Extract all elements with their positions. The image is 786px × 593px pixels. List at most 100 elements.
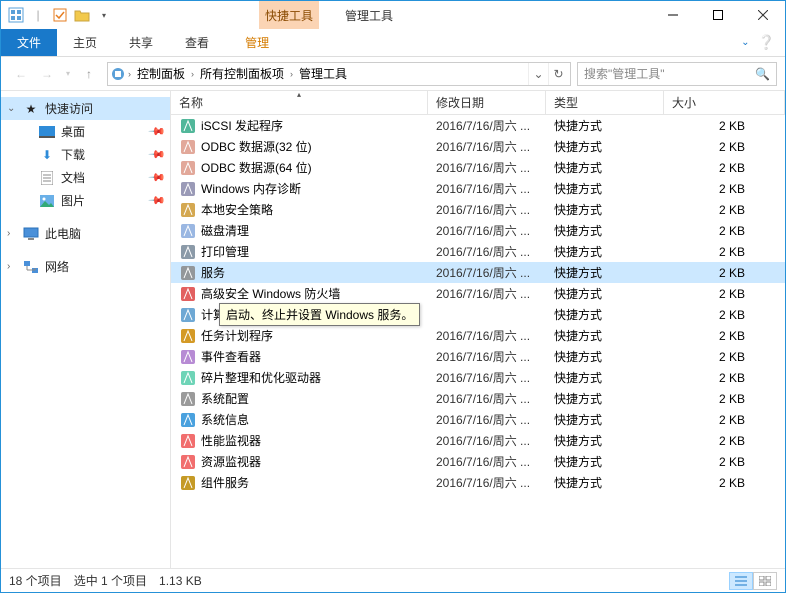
ribbon-collapse-icon[interactable]: ⌄ bbox=[741, 37, 749, 48]
file-row[interactable]: 碎片整理和优化驱动器2016/7/16/周六 ...快捷方式2 KB bbox=[171, 367, 785, 388]
qat-dropdown-icon[interactable]: ▾ bbox=[95, 6, 113, 24]
file-size: 2 KB bbox=[672, 350, 785, 364]
file-name: ODBC 数据源(32 位) bbox=[197, 138, 436, 155]
download-icon: ⬇ bbox=[39, 147, 55, 163]
search-input[interactable]: 搜索"管理工具" 🔍 bbox=[577, 62, 777, 86]
file-date: 2016/7/16/周六 ... bbox=[436, 453, 554, 470]
qat-separator-icon: | bbox=[29, 6, 47, 24]
file-date: 2016/7/16/周六 ... bbox=[436, 348, 554, 365]
nav-label: 网络 bbox=[45, 258, 69, 275]
file-row[interactable]: iSCSI 发起程序2016/7/16/周六 ...快捷方式2 KB bbox=[171, 115, 785, 136]
status-bar: 18 个项目 选中 1 个项目 1.13 KB bbox=[1, 568, 785, 592]
file-size: 2 KB bbox=[672, 245, 785, 259]
maximize-button[interactable] bbox=[695, 1, 740, 29]
file-size: 2 KB bbox=[672, 476, 785, 490]
file-icon bbox=[179, 432, 197, 450]
content-pane: ▴名称 修改日期 类型 大小 iSCSI 发起程序2016/7/16/周六 ..… bbox=[171, 91, 785, 568]
chevron-right-icon[interactable]: › bbox=[126, 69, 133, 79]
forward-button[interactable]: → bbox=[35, 62, 59, 86]
tab-manage[interactable]: 管理 bbox=[229, 29, 285, 56]
file-size: 2 KB bbox=[672, 287, 785, 301]
file-name: 打印管理 bbox=[197, 243, 436, 260]
up-button[interactable]: ↑ bbox=[77, 62, 101, 86]
file-row[interactable]: 系统配置2016/7/16/周六 ...快捷方式2 KB bbox=[171, 388, 785, 409]
tab-home[interactable]: 主页 bbox=[57, 29, 113, 56]
file-date: 2016/7/16/周六 ... bbox=[436, 474, 554, 491]
search-icon[interactable]: 🔍 bbox=[755, 67, 770, 81]
tree-expander-icon[interactable]: › bbox=[7, 261, 10, 272]
file-name: 磁盘清理 bbox=[197, 222, 436, 239]
column-header-name[interactable]: ▴名称 bbox=[171, 91, 428, 114]
pin-icon: 📌 bbox=[148, 122, 167, 141]
file-row[interactable]: ODBC 数据源(64 位)2016/7/16/周六 ...快捷方式2 KB bbox=[171, 157, 785, 178]
tab-view[interactable]: 查看 bbox=[169, 29, 225, 56]
file-name: 系统配置 bbox=[197, 390, 436, 407]
column-header-size[interactable]: 大小 bbox=[664, 91, 785, 114]
file-icon bbox=[179, 264, 197, 282]
nav-pictures[interactable]: 图片 📌 bbox=[1, 189, 170, 212]
file-icon bbox=[179, 411, 197, 429]
nav-network[interactable]: › 网络 bbox=[1, 255, 170, 278]
file-name: 高级安全 Windows 防火墙 bbox=[197, 285, 436, 302]
chevron-right-icon[interactable]: › bbox=[288, 69, 295, 79]
tree-expander-icon[interactable]: ⌄ bbox=[7, 103, 15, 114]
file-name: 碎片整理和优化驱动器 bbox=[197, 369, 436, 386]
file-size: 2 KB bbox=[672, 161, 785, 175]
breadcrumb-item[interactable]: 控制面板 bbox=[133, 63, 189, 85]
back-button[interactable]: ← bbox=[9, 62, 33, 86]
file-row[interactable]: 服务2016/7/16/周六 ...快捷方式2 KB bbox=[171, 262, 785, 283]
file-date: 2016/7/16/周六 ... bbox=[436, 327, 554, 344]
file-row[interactable]: 组件服务2016/7/16/周六 ...快捷方式2 KB bbox=[171, 472, 785, 493]
file-icon bbox=[179, 390, 197, 408]
qat-folder-icon[interactable] bbox=[73, 6, 91, 24]
file-row[interactable]: 任务计划程序2016/7/16/周六 ...快捷方式2 KB bbox=[171, 325, 785, 346]
nav-desktop[interactable]: 桌面 📌 bbox=[1, 120, 170, 143]
file-row[interactable]: 资源监视器2016/7/16/周六 ...快捷方式2 KB bbox=[171, 451, 785, 472]
nav-downloads[interactable]: ⬇ 下载 📌 bbox=[1, 143, 170, 166]
minimize-button[interactable] bbox=[650, 1, 695, 29]
address-row: ← → ▾ ↑ › 控制面板 › 所有控制面板项 › 管理工具 ⌄ ↻ 搜索"管… bbox=[1, 57, 785, 91]
help-icon[interactable]: ❔ bbox=[758, 34, 775, 51]
nav-quick-access[interactable]: ⌄ ★ 快速访问 bbox=[1, 97, 170, 120]
address-dropdown-icon[interactable]: ⌄ bbox=[528, 63, 548, 85]
file-list[interactable]: iSCSI 发起程序2016/7/16/周六 ...快捷方式2 KBODBC 数… bbox=[171, 115, 785, 568]
refresh-button[interactable]: ↻ bbox=[548, 63, 568, 85]
file-row[interactable]: 打印管理2016/7/16/周六 ...快捷方式2 KB bbox=[171, 241, 785, 262]
app-icon bbox=[7, 6, 25, 24]
file-date: 2016/7/16/周六 ... bbox=[436, 390, 554, 407]
details-view-button[interactable] bbox=[729, 572, 753, 590]
nav-this-pc[interactable]: › 此电脑 bbox=[1, 222, 170, 245]
file-row[interactable]: 本地安全策略2016/7/16/周六 ...快捷方式2 KB bbox=[171, 199, 785, 220]
file-icon bbox=[179, 243, 197, 261]
status-item-count: 18 个项目 bbox=[9, 572, 62, 589]
picture-icon bbox=[39, 193, 55, 209]
tab-file[interactable]: 文件 bbox=[1, 29, 57, 56]
column-header-date[interactable]: 修改日期 bbox=[428, 91, 546, 114]
file-name: 资源监视器 bbox=[197, 453, 436, 470]
file-row[interactable]: 高级安全 Windows 防火墙2016/7/16/周六 ...快捷方式2 KB bbox=[171, 283, 785, 304]
file-name: 组件服务 bbox=[197, 474, 436, 491]
nav-documents[interactable]: 文档 📌 bbox=[1, 166, 170, 189]
breadcrumb-item[interactable]: 所有控制面板项 bbox=[196, 63, 288, 85]
tree-expander-icon[interactable]: › bbox=[7, 228, 10, 239]
chevron-right-icon[interactable]: › bbox=[189, 69, 196, 79]
file-row[interactable]: 磁盘清理2016/7/16/周六 ...快捷方式2 KB bbox=[171, 220, 785, 241]
file-type: 快捷方式 bbox=[554, 453, 672, 470]
file-row[interactable]: ODBC 数据源(32 位)2016/7/16/周六 ...快捷方式2 KB bbox=[171, 136, 785, 157]
file-name: ODBC 数据源(64 位) bbox=[197, 159, 436, 176]
tab-share[interactable]: 共享 bbox=[113, 29, 169, 56]
close-button[interactable] bbox=[740, 1, 785, 29]
nav-label: 下载 bbox=[61, 146, 85, 163]
breadcrumb-item[interactable]: 管理工具 bbox=[295, 63, 351, 85]
file-row[interactable]: 性能监视器2016/7/16/周六 ...快捷方式2 KB bbox=[171, 430, 785, 451]
file-row[interactable]: 事件查看器2016/7/16/周六 ...快捷方式2 KB bbox=[171, 346, 785, 367]
large-icons-view-button[interactable] bbox=[753, 572, 777, 590]
history-dropdown-icon[interactable]: ▾ bbox=[61, 62, 75, 86]
column-header-type[interactable]: 类型 bbox=[546, 91, 664, 114]
file-row[interactable]: 系统信息2016/7/16/周六 ...快捷方式2 KB bbox=[171, 409, 785, 430]
file-type: 快捷方式 bbox=[554, 306, 672, 323]
contextual-tab-shortcut-tools: 快捷工具 bbox=[259, 1, 319, 29]
file-row[interactable]: Windows 内存诊断2016/7/16/周六 ...快捷方式2 KB bbox=[171, 178, 785, 199]
qat-checkbox-icon[interactable] bbox=[51, 6, 69, 24]
address-bar[interactable]: › 控制面板 › 所有控制面板项 › 管理工具 ⌄ ↻ bbox=[107, 62, 571, 86]
